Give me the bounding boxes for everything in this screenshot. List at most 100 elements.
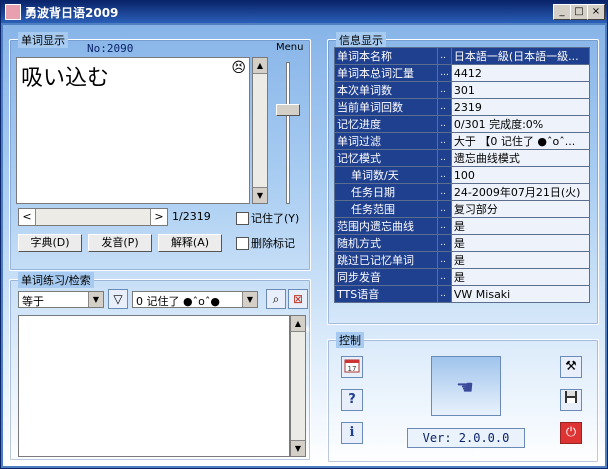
control-title: 控制 [336, 332, 364, 348]
info-dots: .. [437, 234, 452, 252]
funnel-icon[interactable]: ▽ [108, 289, 128, 309]
menu-slider[interactable] [273, 62, 301, 204]
magnifier-icon[interactable]: ⌕ [266, 289, 286, 309]
delete-mark-checkbox[interactable] [236, 237, 249, 250]
info-dots: .. [437, 217, 452, 235]
explain-button[interactable]: 解释(A) [158, 234, 222, 252]
info-value: 100 [450, 166, 591, 184]
info-value: VW Misaki [450, 285, 591, 303]
info-dots: .. [437, 98, 452, 116]
info-value: 大于 【0 记住了 ●ˆoˆ... [450, 132, 591, 150]
word-position-counter: 1/2319 [172, 210, 211, 223]
current-word: 吸い込む [21, 66, 110, 91]
control-pad[interactable]: ☚ [431, 356, 501, 416]
info-key: 当前单词回数 [333, 98, 439, 116]
info-dots: .. [437, 47, 452, 65]
info-dots: .. [437, 81, 452, 99]
info-value: 2319 [450, 98, 591, 116]
info-dots: .. [437, 115, 452, 133]
chevron-down-icon[interactable]: ▼ [242, 292, 257, 307]
info-row[interactable]: 记忆进度.. 0/301 完成度:0% [333, 115, 591, 133]
info-dots: .. [437, 166, 452, 184]
info-row[interactable]: 随机方式.. 是 [333, 234, 591, 252]
word-display-title: 单词显示 [18, 32, 68, 48]
remember-checkbox[interactable] [236, 212, 249, 225]
info-value: 是 [450, 268, 591, 286]
info-row[interactable]: TTS语音.. VW Misaki [333, 285, 591, 303]
clear-icon[interactable]: ⊠ [288, 289, 308, 309]
info-title: 信息显示 [336, 32, 386, 48]
info-key: 单词过滤 [333, 132, 439, 150]
info-value: 复习部分 [450, 200, 591, 218]
power-icon[interactable]: ⏻ [560, 422, 582, 444]
scroll-up-arrow-icon[interactable]: ▲ [291, 316, 305, 332]
info-value: 日本語一級(日本語一級... [450, 47, 591, 65]
practice-list-scrollbar[interactable]: ▲ ▼ [290, 315, 306, 457]
title-bar[interactable]: 勇波背日语2009 _ □ × [1, 1, 607, 23]
scroll-down-arrow-icon[interactable]: ▼ [291, 440, 305, 456]
info-row[interactable]: 范围内遗忘曲线.. 是 [333, 217, 591, 235]
scroll-down-arrow-icon[interactable]: ▼ [253, 187, 267, 203]
word-position-scrollbar[interactable]: < > [18, 208, 168, 226]
info-dots: .. [437, 200, 452, 218]
floppy-disk-icon[interactable] [560, 389, 582, 411]
maximize-button[interactable]: □ [570, 4, 588, 20]
info-dots: .. [437, 251, 452, 269]
info-row[interactable]: 本次单词数.. 301 [333, 81, 591, 99]
filter-select[interactable]: 0 记住了 ●ˆoˆ● ▼ [132, 291, 258, 308]
info-key: 同步发音 [333, 268, 439, 286]
info-row[interactable]: 当前单词回数.. 2319 [333, 98, 591, 116]
word-display-group: 单词显示 No:2090 Menu 吸い込む 😣 ▲ ▼ < > 1/2319 [9, 32, 311, 271]
scroll-up-arrow-icon[interactable]: ▲ [253, 58, 267, 74]
info-row[interactable]: 记忆模式.. 遗忘曲线模式 [333, 149, 591, 167]
info-key: 记忆模式 [333, 149, 439, 167]
practice-group: 单词练习/检索 等于 ▼ ▽ 0 记住了 ●ˆoˆ● ▼ ⌕ ⊠ ▲ ▼ [9, 272, 311, 461]
match-mode-value: 等于 [22, 295, 44, 308]
info-value: 24-2009年07月21日(火) [450, 183, 591, 201]
word-area-scrollbar[interactable]: ▲ ▼ [252, 57, 268, 204]
info-value: 301 [450, 81, 591, 99]
info-row[interactable]: 任务日期.. 24-2009年07月21日(火) [333, 183, 591, 201]
app-window: 勇波背日语2009 _ □ × ❄ ❄ ❄ ❄ ❄ 单词显示 No:2090 M… [0, 0, 608, 469]
info-key: 任务日期 [333, 183, 439, 201]
info-value: 是 [450, 234, 591, 252]
info-icon[interactable]: i [341, 422, 363, 444]
info-row[interactable]: 单词数/天.. 100 [333, 166, 591, 184]
emoticon-icon[interactable]: 😣 [231, 60, 246, 76]
info-value: 0/301 完成度:0% [450, 115, 591, 133]
practice-list[interactable] [18, 315, 290, 457]
delete-mark-label: 删除标记 [251, 237, 295, 250]
svg-text:17: 17 [348, 365, 357, 373]
info-key: 单词本名称 [333, 47, 439, 65]
dictionary-button[interactable]: 字典(D) [18, 234, 82, 252]
info-key: 跳过已记忆单词 [333, 251, 439, 269]
hand-cursor-icon: ☚ [456, 375, 474, 399]
pronounce-button[interactable]: 发音(P) [88, 234, 152, 252]
tools-icon[interactable]: ⚒ [560, 356, 582, 378]
next-word-arrow-icon[interactable]: > [150, 209, 167, 225]
info-key: 范围内遗忘曲线 [333, 217, 439, 235]
info-row[interactable]: 单词本名称.. 日本語一級(日本語一級... [333, 47, 591, 65]
slider-track [286, 62, 290, 204]
chevron-down-icon[interactable]: ▼ [88, 292, 103, 307]
info-row[interactable]: 同步发音.. 是 [333, 268, 591, 286]
slider-thumb[interactable] [276, 104, 300, 116]
info-row[interactable]: 单词本总词汇量... 4412 [333, 64, 591, 82]
word-display-area[interactable]: 吸い込む 😣 [16, 57, 250, 204]
info-dots: .. [437, 285, 452, 303]
question-icon[interactable]: ? [341, 389, 363, 411]
window-title: 勇波背日语2009 [25, 6, 119, 20]
info-row[interactable]: 任务范围.. 复习部分 [333, 200, 591, 218]
prev-word-arrow-icon[interactable]: < [19, 209, 36, 225]
calendar-icon[interactable]: 17 [341, 356, 363, 378]
minimize-button[interactable]: _ [553, 4, 571, 20]
close-button[interactable]: × [587, 4, 605, 20]
info-value: 是 [450, 217, 591, 235]
info-row[interactable]: 单词过滤.. 大于 【0 记住了 ●ˆoˆ... [333, 132, 591, 150]
info-row[interactable]: 跳过已记忆单词.. 是 [333, 251, 591, 269]
info-value: 是 [450, 251, 591, 269]
info-dots: .. [437, 183, 452, 201]
version-label: Ver: 2.0.0.0 [407, 428, 525, 448]
match-mode-select[interactable]: 等于 ▼ [18, 291, 104, 308]
info-value: 4412 [450, 64, 591, 82]
